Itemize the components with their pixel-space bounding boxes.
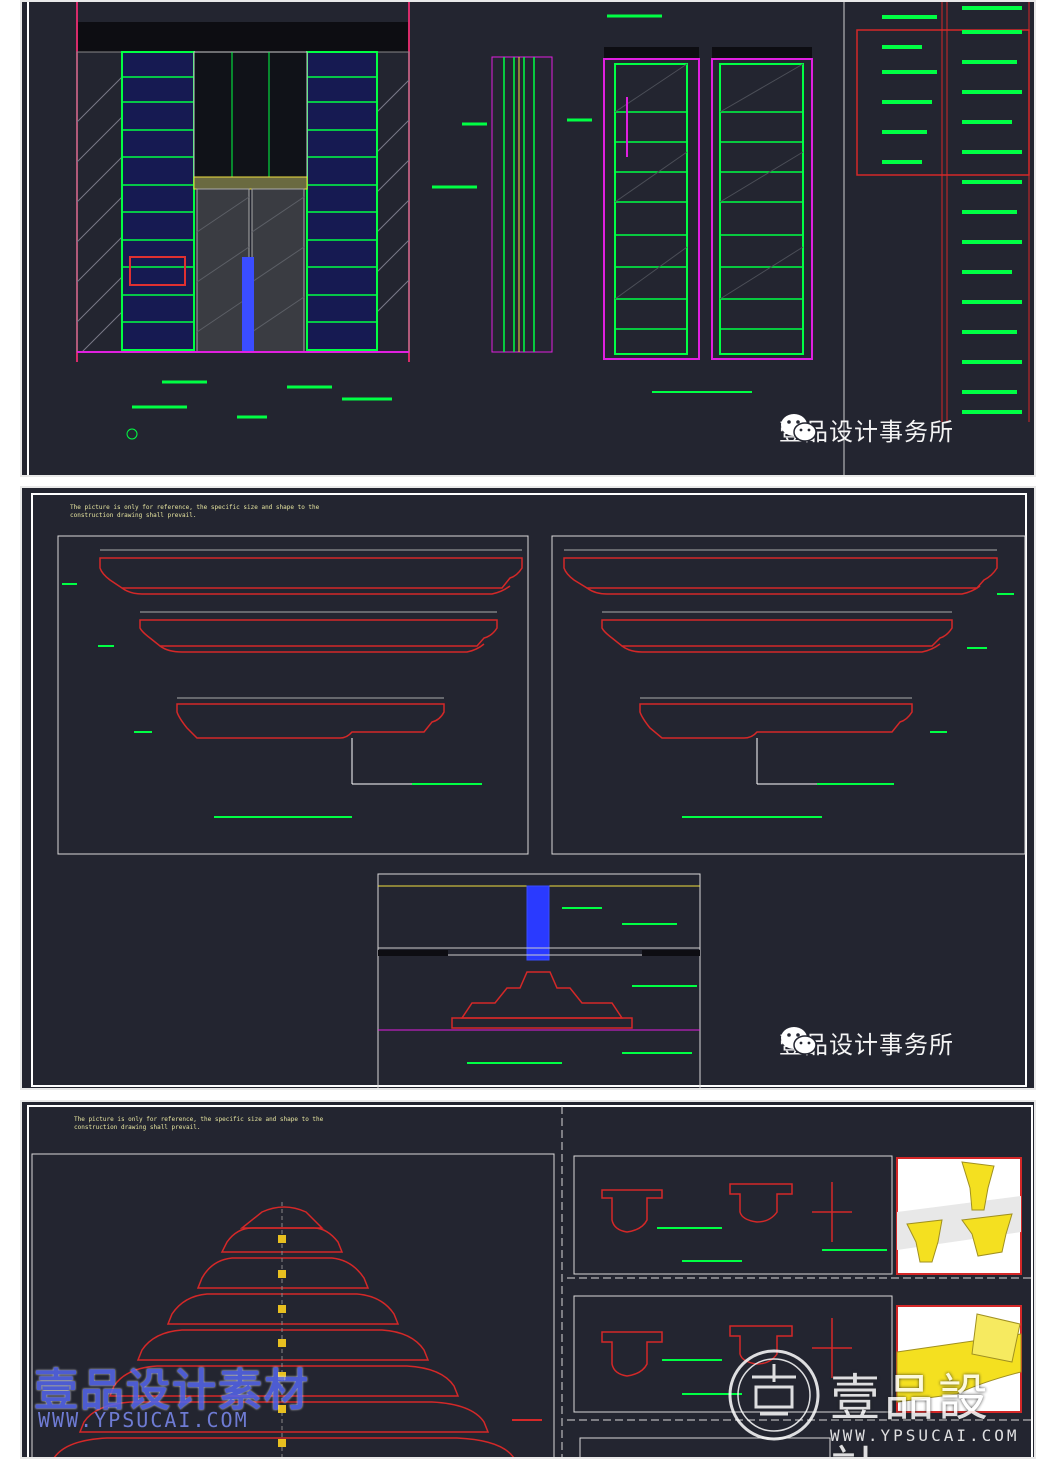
reference-note: The picture is only for reference, the s… [74, 1116, 324, 1131]
brand-seal-icon [728, 1349, 820, 1441]
reference-note: The picture is only for reference, the s… [70, 504, 320, 519]
site-watermark-url: WWW.YPSUCAI.COM [38, 1408, 249, 1432]
brand-seal-url: WWW.YPSUCAI.COM [830, 1426, 1020, 1445]
panel-detail-sheet: The picture is only for reference, the s… [20, 486, 1036, 1090]
wechat-watermark: 壹品设计事务所 [779, 1025, 954, 1060]
cad-elevation-drawing [27, 2, 1030, 475]
wechat-icon [781, 1027, 817, 1055]
panel-elevation-sheet: 壹品设计事务所 [20, 0, 1036, 477]
wechat-icon [781, 414, 817, 442]
wechat-watermark: 壹品设计事务所 [779, 412, 954, 447]
cad-detail-drawing [31, 493, 1027, 1088]
panel-section-sheet: The picture is only for reference, the s… [20, 1100, 1036, 1459]
